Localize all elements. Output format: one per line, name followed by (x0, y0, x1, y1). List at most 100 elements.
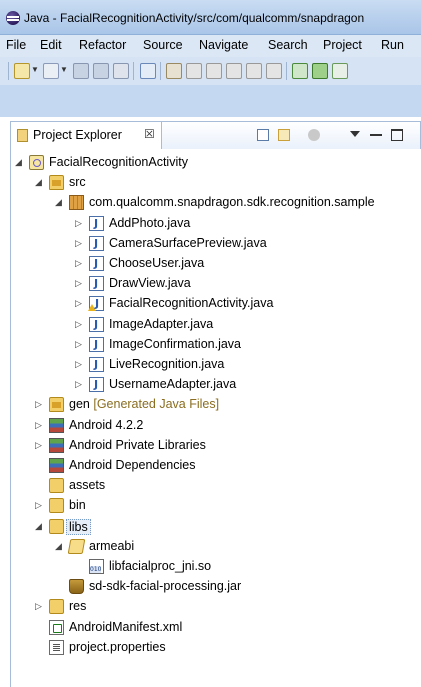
tree-item[interactable]: ▷ ChooseUser.java (11, 254, 421, 274)
tree-item[interactable]: ▷ res (11, 597, 421, 617)
project-icon (29, 155, 44, 170)
tree-item[interactable]: project.properties (11, 638, 421, 658)
run-config-icon[interactable] (206, 63, 222, 79)
collapsed-arrow-icon[interactable]: ▷ (75, 278, 85, 288)
tree-item-label: AndroidManifest.xml (69, 619, 183, 634)
collapsed-arrow-icon[interactable]: ▷ (35, 601, 45, 611)
tree-item[interactable]: ▷ Android 4.2.2 (11, 416, 421, 436)
menu-edit[interactable]: Edit (40, 38, 62, 52)
manifest-file-icon (49, 619, 64, 635)
print-icon[interactable] (113, 63, 129, 79)
download-icon[interactable] (292, 63, 308, 79)
tree-item[interactable]: libfacialproc_jni.so (11, 557, 421, 577)
perspective-strip (0, 85, 421, 117)
menu-search[interactable]: Search (268, 38, 308, 52)
tree-item-decoration: [Generated Java Files] (93, 397, 220, 412)
expanded-arrow-icon[interactable]: ◢ (15, 157, 25, 167)
tree-item[interactable]: ◢ FacialRecognitionActivity (11, 153, 421, 173)
tree-item[interactable]: ▷ DrawView.java (11, 274, 421, 294)
collapsed-arrow-icon[interactable]: ▷ (35, 399, 45, 409)
expanded-arrow-icon[interactable]: ◢ (35, 177, 45, 187)
wand-icon[interactable] (186, 63, 202, 79)
menu-source[interactable]: Source (143, 38, 183, 52)
close-icon[interactable]: ☒ (144, 127, 155, 141)
tree-item[interactable]: ▷ bin (11, 496, 421, 516)
collapsed-arrow-icon[interactable]: ▷ (35, 420, 45, 430)
new-class-icon[interactable] (43, 63, 59, 79)
collapsed-arrow-icon[interactable]: ▷ (75, 339, 85, 349)
collapsed-arrow-icon[interactable]: ▷ (35, 500, 45, 510)
save-all-icon[interactable] (93, 63, 109, 79)
monitor-icon[interactable] (266, 63, 282, 79)
tree-item[interactable]: ▷ LiveRecognition.java (11, 355, 421, 375)
tree-item-label: Android Dependencies (69, 458, 196, 472)
collapsed-arrow-icon[interactable]: ▷ (75, 298, 85, 308)
chevron-down-icon[interactable]: ▼ (31, 65, 39, 74)
tree-item[interactable]: ▷ FacialRecognitionActivity.java (11, 294, 421, 314)
collapse-all-icon[interactable] (257, 129, 269, 141)
tab-project-explorer[interactable]: Project Explorer ☒ (11, 122, 162, 149)
collapsed-arrow-icon[interactable]: ▷ (75, 319, 85, 329)
menu-run[interactable]: Run (381, 38, 404, 52)
java-file-icon (89, 357, 104, 372)
tree-item[interactable]: ▷ ImageAdapter.java (11, 315, 421, 335)
menu-file[interactable]: File (6, 38, 26, 52)
tree-item-label: ImageAdapter.java (109, 316, 214, 331)
minimize-icon[interactable] (370, 134, 382, 136)
main-toolbar: ▼ ▼ (0, 57, 421, 85)
tree-item[interactable]: AndroidManifest.xml (11, 618, 421, 638)
filter-icon[interactable] (308, 129, 320, 141)
expanded-arrow-icon[interactable]: ◢ (55, 541, 65, 551)
menu-bar: File Edit Refactor Source Navigate Searc… (0, 35, 421, 57)
collapsed-arrow-icon[interactable]: ▷ (75, 359, 85, 369)
menu-navigate[interactable]: Navigate (199, 38, 248, 52)
java-file-icon (89, 377, 104, 393)
menu-refactor[interactable]: Refactor (79, 38, 126, 52)
tree-item[interactable]: ▷ Android Private Libraries (11, 436, 421, 456)
save-icon[interactable] (73, 63, 89, 79)
tree-item[interactable]: ◢ libs (11, 517, 421, 537)
view-menu-icon[interactable] (350, 131, 360, 137)
tree-item-label: project.properties (69, 639, 166, 654)
tree-item-label: DrawView.java (109, 276, 191, 291)
link-with-editor-icon[interactable] (278, 129, 290, 141)
skip-breakpoints-icon[interactable] (140, 63, 156, 79)
tree-item[interactable]: assets (11, 476, 421, 496)
collapsed-arrow-icon[interactable]: ▷ (75, 258, 85, 268)
source-folder-icon (49, 397, 64, 413)
menu-project[interactable]: Project (323, 38, 362, 52)
java-file-icon (89, 316, 104, 332)
tree-item[interactable]: Android Dependencies (11, 456, 421, 476)
library-icon (49, 417, 64, 433)
collapsed-arrow-icon[interactable]: ▷ (75, 238, 85, 248)
tree-item[interactable]: ▷ AddPhoto.java (11, 214, 421, 234)
new-icon[interactable] (14, 63, 30, 79)
tree-item[interactable]: ▷ ImageConfirmation.java (11, 335, 421, 355)
tree-item[interactable]: ▷ CameraSurfacePreview.java (11, 234, 421, 254)
tree-item[interactable]: ▷ gen [Generated Java Files] (11, 395, 421, 415)
tree-item[interactable]: sd-sdk-facial-processing.jar (11, 577, 421, 597)
tab-label: Project Explorer (33, 128, 122, 142)
collapsed-arrow-icon[interactable]: ▷ (35, 440, 45, 450)
check-icon[interactable] (332, 63, 348, 79)
tree-item[interactable]: ◢ com.qualcomm.snapdragon.sdk.recognition… (11, 193, 421, 213)
android-sdk-manager-icon[interactable] (166, 63, 182, 79)
tree-item[interactable]: ◢ src (11, 173, 421, 193)
maximize-icon[interactable] (391, 129, 403, 141)
lint-icon[interactable] (246, 63, 262, 79)
device-icon[interactable] (226, 63, 242, 79)
expanded-arrow-icon[interactable]: ◢ (35, 521, 45, 531)
expanded-arrow-icon[interactable]: ◢ (55, 197, 65, 207)
chevron-down-icon[interactable]: ▼ (60, 65, 68, 74)
tree-item-label: assets (69, 478, 106, 493)
tree-item[interactable]: ▷ UsernameAdapter.java (11, 375, 421, 395)
source-folder-icon (49, 175, 64, 191)
project-tree: ◢ FacialRecognitionActivity ◢ src ◢ com.qualc… (10, 149, 421, 687)
tree-item[interactable]: ◢ armeabi (11, 537, 421, 557)
android-avd-icon[interactable] (312, 63, 328, 79)
collapsed-arrow-icon[interactable]: ▷ (75, 379, 85, 389)
java-file-icon (89, 336, 104, 352)
collapsed-arrow-icon[interactable]: ▷ (75, 218, 85, 228)
java-file-icon (89, 276, 104, 292)
tree-item-label: bin (69, 498, 86, 513)
